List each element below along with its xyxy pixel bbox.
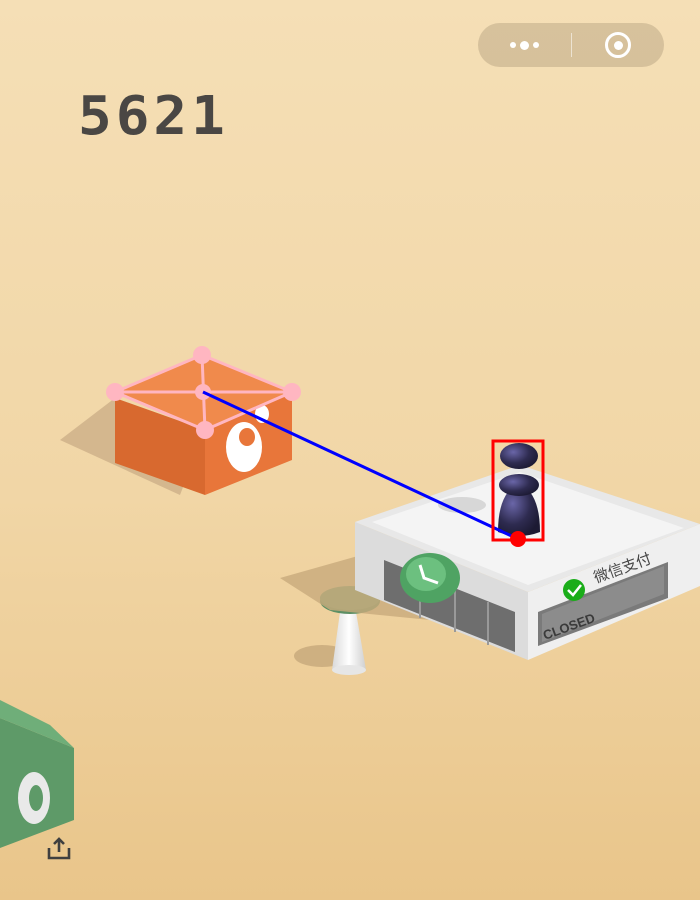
- player-piece[interactable]: [498, 443, 540, 536]
- ring-icon: [18, 772, 50, 824]
- score-counter: 5621: [78, 85, 229, 148]
- orange-box-platform: [60, 355, 292, 495]
- target-circle-icon: [605, 32, 631, 58]
- green-box-platform: [0, 700, 74, 848]
- share-upload-icon: [47, 837, 71, 860]
- clock-sign-icon: [400, 553, 460, 603]
- share-button[interactable]: [44, 834, 74, 864]
- player-anchor-point: [510, 531, 526, 547]
- more-dots-icon: [509, 40, 539, 50]
- close-program-button[interactable]: [572, 23, 664, 67]
- mini-program-capsule: [478, 23, 664, 67]
- wechat-pay-logo-icon: [563, 579, 585, 601]
- more-menu-button[interactable]: [478, 23, 570, 67]
